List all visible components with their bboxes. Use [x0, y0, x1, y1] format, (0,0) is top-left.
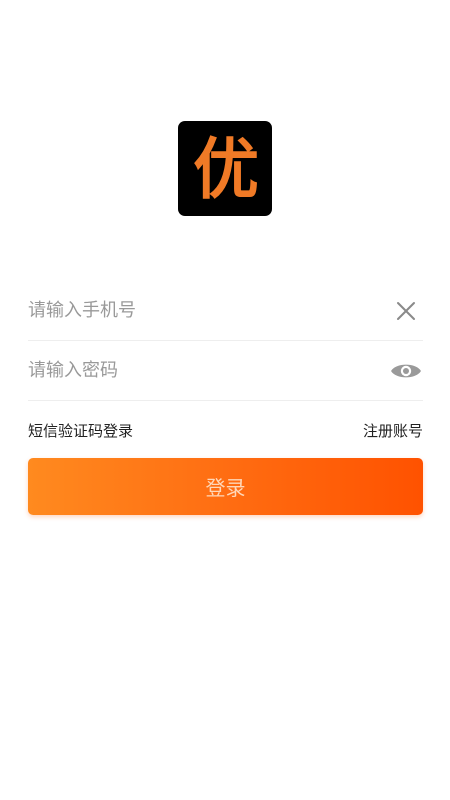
clear-phone-button[interactable]	[389, 294, 423, 328]
phone-input[interactable]	[28, 290, 358, 331]
password-input[interactable]	[28, 350, 358, 391]
toggle-password-visibility-button[interactable]	[389, 354, 423, 388]
app-logo-text: 优	[193, 129, 259, 208]
app-logo: 优	[178, 121, 272, 216]
close-icon	[397, 301, 415, 320]
auth-links-row: 短信验证码登录 注册账号	[28, 418, 423, 442]
password-field-row	[28, 341, 423, 401]
register-link[interactable]: 注册账号	[363, 420, 423, 441]
phone-field-row	[28, 281, 423, 341]
sms-login-link[interactable]: 短信验证码登录	[28, 420, 133, 441]
login-button[interactable]: 登录	[28, 458, 423, 515]
login-screen: 优 短信验证码登录 注册账号 登录	[0, 0, 450, 800]
eye-icon	[391, 364, 421, 377]
